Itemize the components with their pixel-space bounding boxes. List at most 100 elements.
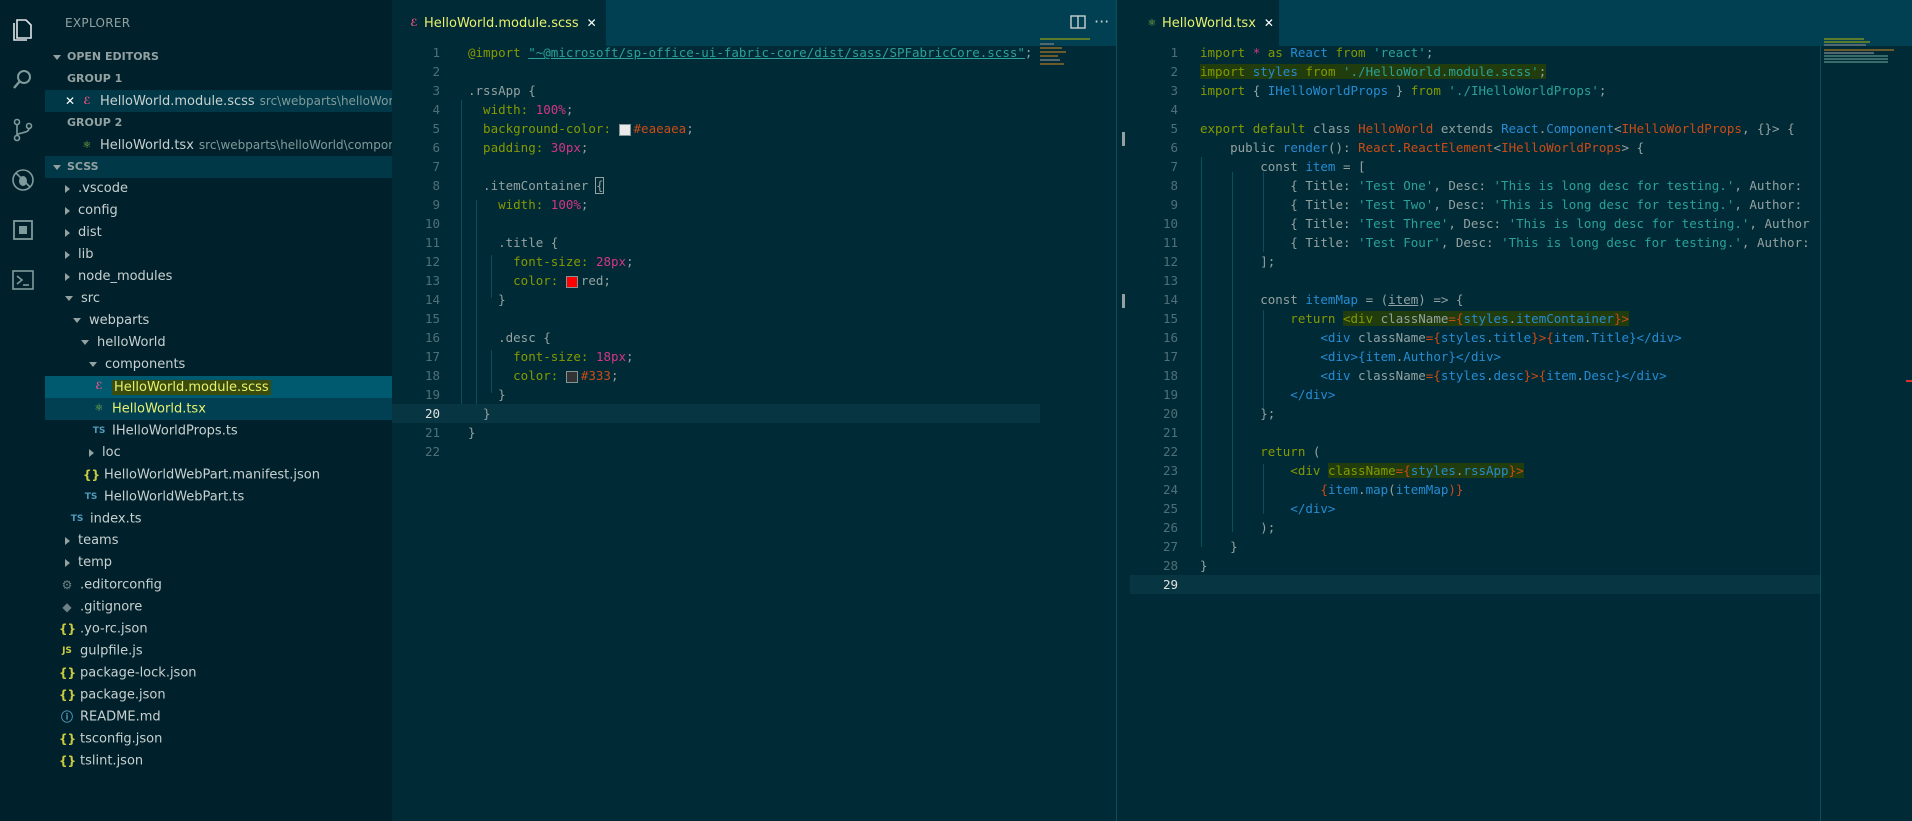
open-editor-name: HelloWorld.tsx <box>100 138 194 153</box>
tree-file-readme[interactable]: ⓘ README.md <box>45 706 392 728</box>
code-token: public <box>1200 140 1283 155</box>
open-editors-header[interactable]: OPEN EDITORS <box>45 46 392 68</box>
code-token: <div <box>1200 368 1359 383</box>
code-token: ; <box>565 102 574 117</box>
code-token: 'Test Two' <box>1358 197 1434 212</box>
code-area[interactable]: 1 @import "~@microsoft/sp-office-ui-fabri… <box>392 43 1040 461</box>
tree-file-helloworld-scss[interactable]: ℰ HelloWorld.module.scss <box>45 376 392 398</box>
tree-folder-dist[interactable]: dist <box>45 222 392 244</box>
json-file-icon: {} <box>59 666 77 680</box>
tree-file-tsconfig[interactable]: {} tsconfig.json <box>45 728 392 750</box>
code-token: background-color: <box>468 121 619 136</box>
explorer-icon[interactable] <box>0 8 45 52</box>
tree-folder-node-modules[interactable]: node_modules <box>45 266 392 288</box>
line-number: 5 <box>1170 121 1178 136</box>
tree-label: config <box>78 203 118 218</box>
code-token: item <box>1305 159 1336 174</box>
code-area[interactable]: 1 import * as React from 'react'; 2 import… <box>1130 43 1820 594</box>
code-line-current: 29 <box>1130 575 1820 594</box>
line-number: 29 <box>1162 577 1178 592</box>
tree-file-package[interactable]: {} package.json <box>45 684 392 706</box>
color-swatch[interactable] <box>565 370 578 383</box>
tree-folder-vscode[interactable]: .vscode <box>45 178 392 200</box>
project-label: SCSS <box>67 160 99 173</box>
line-number: 16 <box>424 330 440 345</box>
tree-file-tslint[interactable]: {} tslint.json <box>45 750 392 772</box>
tree-file-gitignore[interactable]: ◆ .gitignore <box>45 596 392 618</box>
code-token: styles <box>1440 368 1486 383</box>
tree-label: helloWorld <box>97 335 166 350</box>
close-icon[interactable]: ✕ <box>587 16 597 30</box>
code-line: 21} <box>392 423 1040 442</box>
code-token: #333 <box>580 368 611 383</box>
tree-file-ihelloworldprops[interactable]: TS IHelloWorldProps.ts <box>45 420 392 442</box>
code-line: 25 </div> <box>1130 499 1820 518</box>
explorer-sidebar: EXPLORER OPEN EDITORS GROUP 1 ✕ ℰ HelloWor… <box>45 0 392 821</box>
tree-folder-temp[interactable]: temp <box>45 552 392 574</box>
tree-folder-teams[interactable]: teams <box>45 530 392 552</box>
json-file-icon: {} <box>59 732 77 746</box>
tab-helloworld-tsx[interactable]: ⚛ HelloWorld.tsx ✕ <box>1130 0 1279 46</box>
minimap[interactable] <box>1824 38 1904 78</box>
search-icon[interactable] <box>0 58 45 102</box>
code-token: item <box>1546 368 1577 383</box>
code-token: { <box>594 177 605 194</box>
code-line: 22 <box>392 442 1040 461</box>
code-line: 10 { Title: 'Test Three', Desc: 'This is… <box>1130 214 1820 233</box>
color-swatch[interactable] <box>618 123 631 136</box>
tab-helloworld-scss[interactable]: ℰ HelloWorld.module.scss ✕ <box>392 0 606 46</box>
tree-file-yo-rc[interactable]: {} .yo-rc.json <box>45 618 392 640</box>
tree-folder-webparts[interactable]: webparts <box>45 310 392 332</box>
debug-icon[interactable] <box>0 158 45 202</box>
project-header[interactable]: SCSS <box>45 156 392 178</box>
tree-folder-config[interactable]: config <box>45 200 392 222</box>
line-number: 13 <box>1162 273 1178 288</box>
line-number: 12 <box>1162 254 1178 269</box>
tree-file-package-lock[interactable]: {} package-lock.json <box>45 662 392 684</box>
more-actions-icon[interactable]: ··· <box>1094 12 1109 31</box>
tree-file-editorconfig[interactable]: ⚙ .editorconfig <box>45 574 392 596</box>
tree-file-webpart-ts[interactable]: TS HelloWorldWebPart.ts <box>45 486 392 508</box>
tree-folder-loc[interactable]: loc <box>45 442 392 464</box>
close-icon[interactable]: ✕ <box>65 90 79 112</box>
code-token: React <box>1501 121 1539 136</box>
code-token: } <box>1388 83 1411 98</box>
minimap[interactable] <box>1040 38 1098 78</box>
code-token: = ( <box>1358 292 1389 307</box>
code-token: = [ <box>1335 159 1366 174</box>
code-token: class <box>1312 121 1359 136</box>
code-token[interactable]: "~@microsoft/sp-office-ui-fabric-core/di… <box>528 45 1025 60</box>
tree-folder-helloworld[interactable]: helloWorld <box>45 332 392 354</box>
tree-file-index-ts[interactable]: TS index.ts <box>45 508 392 530</box>
line-number: 5 <box>432 121 440 136</box>
open-editor-item-scss[interactable]: ✕ ℰ HelloWorld.module.scss src\webparts\hel… <box>45 90 392 112</box>
open-editor-item-tsx[interactable]: ⚛ HelloWorld.tsx src\webparts\helloWorld\c… <box>45 134 392 156</box>
tree-file-helloworld-tsx[interactable]: ⚛ HelloWorld.tsx <box>45 398 392 420</box>
code-token: }; <box>1200 406 1276 421</box>
tree-folder-lib[interactable]: lib <box>45 244 392 266</box>
code-token: }> <box>1508 463 1524 478</box>
code-token: IHelloWorldProps <box>1501 140 1622 155</box>
source-control-icon[interactable] <box>0 108 45 152</box>
code-line: 1 @import "~@microsoft/sp-office-ui-fabri… <box>392 43 1040 62</box>
tree-folder-components[interactable]: components <box>45 354 392 376</box>
extensions-icon[interactable] <box>0 208 45 252</box>
split-editor-icon[interactable] <box>1070 14 1086 29</box>
code-token: ={ <box>1425 368 1441 383</box>
tree-file-manifest[interactable]: {} HelloWorldWebPart.manifest.json <box>45 464 392 486</box>
line-number: 6 <box>432 140 440 155</box>
tree-folder-src[interactable]: src <box>45 288 392 310</box>
close-icon[interactable]: ✕ <box>1264 16 1274 30</box>
terminal-icon[interactable] <box>0 258 45 302</box>
code-token: . <box>1486 368 1494 383</box>
code-token: < <box>1493 140 1502 155</box>
tab-label: HelloWorld.tsx <box>1162 16 1256 31</box>
code-token: ; <box>610 368 619 383</box>
code-token: ; <box>580 197 589 212</box>
color-swatch[interactable] <box>565 275 578 288</box>
code-line: 1 import * as React from 'react'; <box>1130 43 1820 62</box>
group-divider[interactable] <box>1116 0 1117 821</box>
tree-file-gulpfile[interactable]: JS gulpfile.js <box>45 640 392 662</box>
code-token: className <box>1380 311 1449 326</box>
editor-group-2: ⚛ HelloWorld.tsx ✕ 1 import * as React from… <box>1130 0 1912 821</box>
